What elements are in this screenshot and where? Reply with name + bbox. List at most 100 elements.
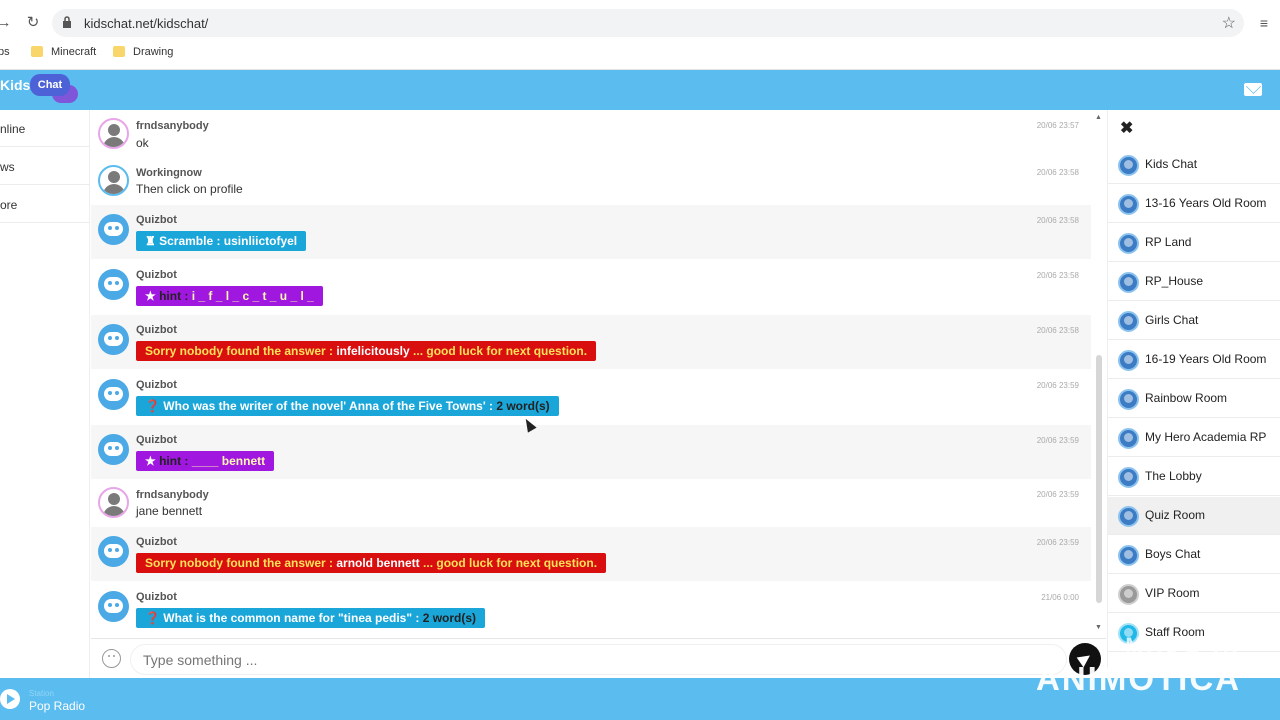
message-username[interactable]: Quizbot — [136, 214, 177, 226]
scroll-thumb[interactable] — [1096, 355, 1102, 603]
room-kids-chat[interactable]: Kids Chat — [1108, 146, 1280, 184]
quiz-message: Sorry nobody found the answer : arnold b… — [136, 553, 607, 573]
chat-scrollbar[interactable]: ▲ ▼ — [1094, 112, 1104, 636]
message-text: ok — [136, 136, 149, 150]
forward-arrow-icon[interactable]: → — [0, 13, 14, 33]
station-name: Pop Radio — [29, 699, 86, 713]
avatar[interactable] — [98, 118, 129, 149]
globe-icon — [1118, 272, 1139, 293]
room-quiz[interactable]: Quiz Room — [1108, 497, 1280, 535]
room-boys-chat[interactable]: Boys Chat — [1108, 536, 1280, 574]
address-bar[interactable]: kidschat.net/kidschat/ ☆ — [52, 9, 1244, 37]
chat-message: frndsanybody jane bennett 20/06 23:59 — [91, 480, 1091, 526]
globe-icon — [1118, 194, 1139, 215]
message-username[interactable]: frndsanybody — [136, 489, 209, 501]
quiz-message: ❓ What is the common name for "tinea ped… — [136, 608, 486, 628]
mail-icon[interactable] — [1244, 83, 1262, 96]
message-time: 21/06 0:00 — [1041, 593, 1079, 602]
quizbot-avatar[interactable] — [98, 379, 129, 410]
room-lobby[interactable]: The Lobby — [1108, 458, 1280, 496]
star-icon: ★ — [145, 289, 160, 303]
chat-log: frndsanybody ok 20/06 23:57 Workingnow T… — [91, 110, 1091, 637]
message-time: 20/06 23:57 — [1036, 121, 1079, 130]
bookmark-star-icon[interactable]: ☆ — [1222, 13, 1236, 33]
avatar[interactable] — [98, 165, 129, 196]
room-16-19[interactable]: 16-19 Years Old Room — [1108, 341, 1280, 379]
emoji-icon[interactable] — [102, 649, 121, 668]
message-username[interactable]: Quizbot — [136, 269, 177, 281]
bookmark-drawing[interactable]: Drawing — [113, 46, 173, 58]
room-rp-house[interactable]: RP_House — [1108, 263, 1280, 301]
message-username[interactable]: frndsanybody — [136, 120, 209, 132]
message-username[interactable]: Quizbot — [136, 324, 177, 336]
chat-message: Quizbot ♜ Scramble : usinliictofyel 20/0… — [91, 205, 1091, 259]
watermark-line2: ANIMOTICA — [1036, 660, 1241, 697]
room-rp-land[interactable]: RP Land — [1108, 224, 1280, 262]
room-vip[interactable]: VIP Room — [1108, 575, 1280, 613]
message-username[interactable]: Workingnow — [136, 167, 202, 179]
message-time: 20/06 23:59 — [1036, 436, 1079, 445]
quizbot-avatar[interactable] — [98, 434, 129, 465]
message-time: 20/06 23:58 — [1036, 271, 1079, 280]
folder-icon — [31, 46, 43, 57]
quiz-message: ♜ Scramble : usinliictofyel — [136, 231, 307, 251]
chat-message: Quizbot ❓ What is the common name for "t… — [91, 582, 1091, 636]
message-username[interactable]: Quizbot — [136, 379, 177, 391]
message-time: 20/06 23:59 — [1036, 490, 1079, 499]
address-row: → ↻ kidschat.net/kidschat/ ☆ ≡ — [0, 9, 1280, 37]
globe-icon — [1118, 311, 1139, 332]
play-icon[interactable] — [0, 689, 20, 709]
globe-icon — [1118, 389, 1139, 410]
globe-icon — [1118, 545, 1139, 566]
quiz-message: ❓ Who was the writer of the novel' Anna … — [136, 396, 559, 416]
folder-icon — [113, 46, 125, 57]
browser-chrome: → ↻ kidschat.net/kidschat/ ☆ ≡ ps Minecr… — [0, 0, 1280, 70]
avatar[interactable] — [98, 487, 129, 518]
station-label: Station — [29, 689, 54, 698]
globe-icon — [1118, 350, 1139, 371]
globe-icon — [1118, 467, 1139, 488]
bookmark-apps[interactable]: ps — [0, 46, 10, 58]
scroll-up-icon[interactable]: ▲ — [1095, 114, 1102, 121]
room-rainbow[interactable]: Rainbow Room — [1108, 380, 1280, 418]
message-time: 20/06 23:58 — [1036, 326, 1079, 335]
nav-more[interactable]: ore — [0, 186, 90, 223]
app-header: Kids Chat — [0, 70, 1280, 110]
message-username[interactable]: Quizbot — [136, 536, 177, 548]
lock-icon — [63, 16, 71, 28]
nav-online[interactable]: nline — [0, 110, 90, 147]
message-username[interactable]: Quizbot — [136, 434, 177, 446]
room-13-16[interactable]: 13-16 Years Old Room — [1108, 185, 1280, 223]
room-girls-chat[interactable]: Girls Chat — [1108, 302, 1280, 340]
logo-text[interactable]: Kids — [0, 77, 30, 93]
url-text: kidschat.net/kidschat/ — [84, 16, 209, 31]
quiz-message: ★ hint : i _ f _ l _ c _ t _ u _ l _ — [136, 286, 323, 306]
room-mha-rp[interactable]: My Hero Academia RP — [1108, 419, 1280, 457]
quizbot-avatar[interactable] — [98, 214, 129, 245]
message-input[interactable] — [131, 645, 1066, 674]
question-icon: ❓ — [145, 611, 164, 625]
reload-icon[interactable]: ↻ — [23, 13, 43, 33]
bookmark-minecraft[interactable]: Minecraft — [31, 46, 96, 58]
globe-icon — [1118, 233, 1139, 254]
chat-message: Quizbot ❓ Who was the writer of the nove… — [91, 370, 1091, 424]
quizbot-avatar[interactable] — [98, 324, 129, 355]
chat-message: frndsanybody ok 20/06 23:57 — [91, 112, 1091, 158]
quizbot-avatar[interactable] — [98, 536, 129, 567]
nav-news[interactable]: ws — [0, 148, 90, 185]
quiz-message: ★ hint : ____ bennett — [136, 451, 275, 471]
quiz-message: Sorry nobody found the answer : infelici… — [136, 341, 597, 361]
quizbot-avatar[interactable] — [98, 591, 129, 622]
chat-message: Quizbot ★ hint : i _ f _ l _ c _ t _ u _… — [91, 260, 1091, 314]
star-icon: ★ — [145, 454, 160, 468]
watermark: MADE IN ANIMOTICA — [1036, 630, 1266, 700]
message-time: 20/06 23:58 — [1036, 216, 1079, 225]
message-time: 20/06 23:59 — [1036, 381, 1079, 390]
globe-icon — [1118, 155, 1139, 176]
reading-list-icon[interactable]: ≡ — [1260, 15, 1268, 31]
quizbot-avatar[interactable] — [98, 269, 129, 300]
message-username[interactable]: Quizbot — [136, 591, 177, 603]
close-icon[interactable]: ✖ — [1120, 118, 1133, 138]
logo-bubble: Chat — [30, 74, 70, 96]
message-text: Then click on profile — [136, 182, 243, 196]
